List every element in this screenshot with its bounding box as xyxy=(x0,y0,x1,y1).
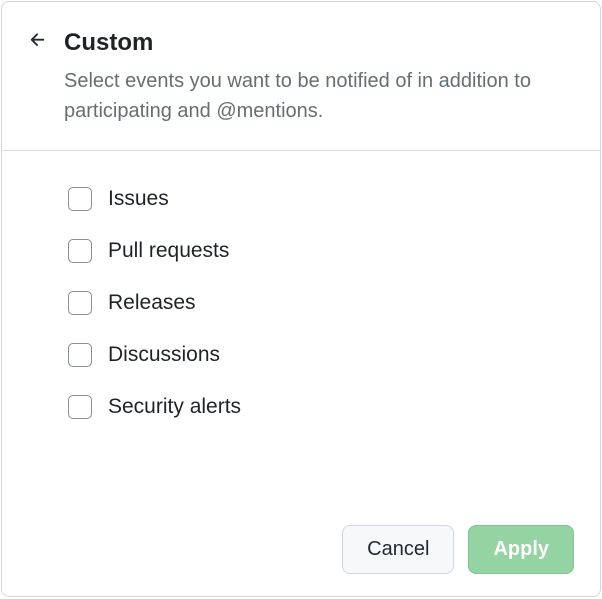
arrow-left-icon xyxy=(28,30,48,55)
option-label: Releases xyxy=(108,292,196,313)
back-button[interactable] xyxy=(26,30,50,54)
dialog-title: Custom xyxy=(64,26,576,60)
header-text: Custom Select events you want to be noti… xyxy=(64,26,576,126)
checkbox-pull-requests[interactable] xyxy=(68,239,92,263)
custom-notifications-dialog: Custom Select events you want to be noti… xyxy=(1,1,601,597)
option-label: Issues xyxy=(108,188,169,209)
option-releases[interactable]: Releases xyxy=(68,291,576,315)
option-label: Discussions xyxy=(108,344,220,365)
apply-button[interactable]: Apply xyxy=(468,525,574,574)
option-issues[interactable]: Issues xyxy=(68,187,576,211)
dialog-header: Custom Select events you want to be noti… xyxy=(2,2,600,151)
option-security-alerts[interactable]: Security alerts xyxy=(68,395,576,419)
option-discussions[interactable]: Discussions xyxy=(68,343,576,367)
cancel-button[interactable]: Cancel xyxy=(342,525,454,574)
checkbox-releases[interactable] xyxy=(68,291,92,315)
checkbox-issues[interactable] xyxy=(68,187,92,211)
option-pull-requests[interactable]: Pull requests xyxy=(68,239,576,263)
options-list: Issues Pull requests Releases Discussion… xyxy=(68,187,576,419)
dialog-footer: Cancel Apply xyxy=(2,507,600,596)
option-label: Security alerts xyxy=(108,396,241,417)
checkbox-discussions[interactable] xyxy=(68,343,92,367)
dialog-body: Issues Pull requests Releases Discussion… xyxy=(2,151,600,507)
checkbox-security-alerts[interactable] xyxy=(68,395,92,419)
dialog-description: Select events you want to be notified of… xyxy=(64,66,576,126)
option-label: Pull requests xyxy=(108,240,229,261)
